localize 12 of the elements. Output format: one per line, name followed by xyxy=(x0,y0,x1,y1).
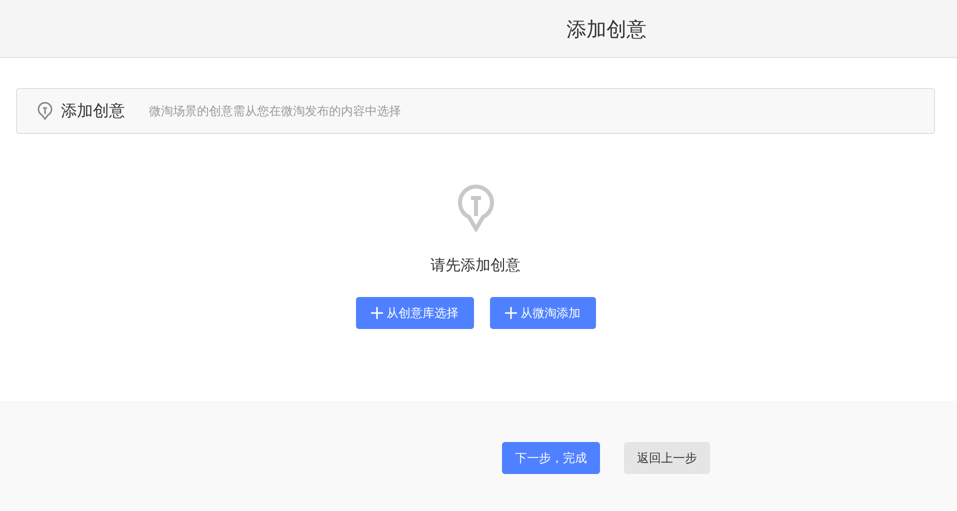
window-title: 添加创意 xyxy=(566,16,646,42)
next-button[interactable]: 下一步，完成 xyxy=(502,442,600,474)
back-button[interactable]: 返回上一步 xyxy=(624,442,710,474)
plus-icon xyxy=(370,306,382,318)
plus-icon xyxy=(504,306,516,318)
lightbulb-icon xyxy=(456,182,494,232)
add-button[interactable]: 从微淘添加 xyxy=(490,296,596,328)
lightbulb-icon xyxy=(37,101,53,121)
empty-message: 请先添加创意 xyxy=(430,255,520,276)
add-button[interactable]: 从创意库选择 xyxy=(356,296,474,328)
section-title: 添加创意 xyxy=(61,100,125,122)
hint-text: 微淘场景的创意需从您在微淘发布的内容中选择 xyxy=(149,103,401,120)
